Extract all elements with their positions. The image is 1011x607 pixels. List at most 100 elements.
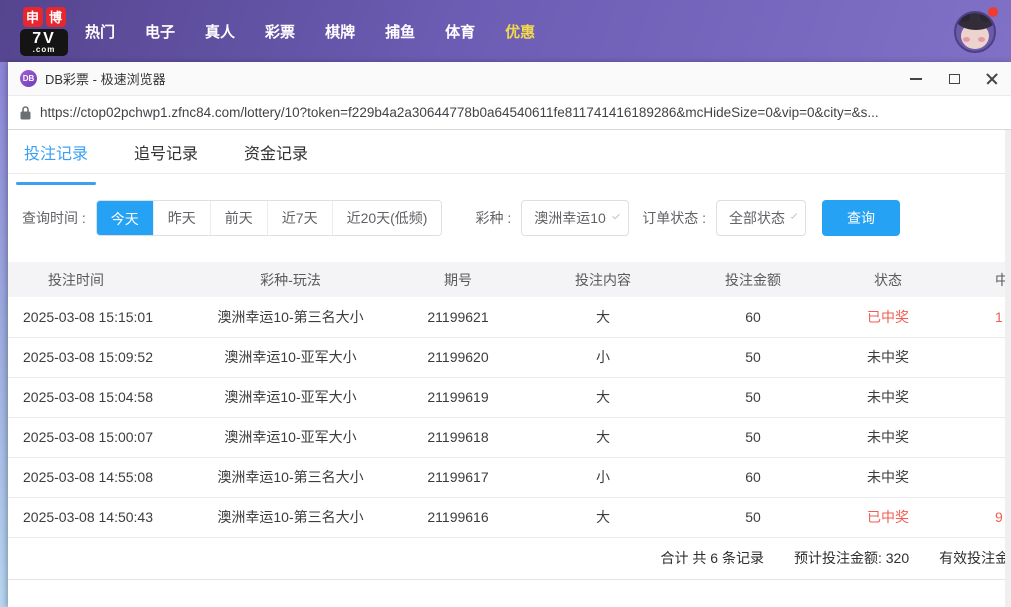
nav-item-hot[interactable]: 热门 xyxy=(85,21,115,42)
tab-chase-records[interactable]: 追号记录 xyxy=(132,140,200,173)
tab-bet-records[interactable]: 投注记录 xyxy=(15,140,97,185)
nav-item-slots[interactable]: 电子 xyxy=(145,21,175,42)
nav-item-promos[interactable]: 优惠 xyxy=(505,21,535,42)
lottery-select-value: 澳洲幸运10 xyxy=(534,210,606,226)
cell-bet-time: 2025-03-08 15:15:01 xyxy=(8,297,188,338)
close-button[interactable] xyxy=(973,62,1011,95)
table-row: 2025-03-08 14:50:43 澳洲幸运10-第三名大小 21199616 大… xyxy=(8,497,1011,538)
window-titlebar: DB DB彩票 - 极速浏览器 xyxy=(8,62,1011,95)
logo-badge-left: 申 xyxy=(22,6,43,27)
summary-expected-amount: 预计投注金额: 320 xyxy=(793,550,910,566)
summary-bar: 合计 共 6 条记录 预计投注金额: 320 有效投注金额: xyxy=(8,538,1011,580)
chevron-down-icon xyxy=(612,211,621,220)
maximize-icon xyxy=(948,73,960,84)
browser-window: DB DB彩票 - 极速浏览器 https://ctop02pchwp1.zfn… xyxy=(8,62,1011,607)
table-header-row: 投注时间 彩种-玩法 期号 投注内容 投注金额 状态 中奖金额 xyxy=(8,262,1011,297)
background-page-strip xyxy=(0,62,8,607)
table-row: 2025-03-08 15:09:52 澳洲幸运10-亚军大小 21199620 小 5… xyxy=(8,337,1011,378)
tab-fund-records[interactable]: 资金记录 xyxy=(242,140,310,173)
col-header-bet-amount: 投注金额 xyxy=(683,262,823,297)
time-range-group: 今天 昨天 前天 近7天 近20天(低频) xyxy=(95,200,443,236)
logo-badge-right: 博 xyxy=(45,6,66,27)
cell-issue: 21199619 xyxy=(393,377,523,418)
close-icon xyxy=(986,73,998,85)
cell-bet-amount: 60 xyxy=(683,297,823,338)
cell-bet-amount: 50 xyxy=(683,377,823,418)
minimize-icon xyxy=(910,77,922,80)
notification-dot xyxy=(988,7,998,17)
nav-item-sports[interactable]: 体育 xyxy=(445,21,475,42)
cell-bet-time: 2025-03-08 15:00:07 xyxy=(8,417,188,458)
cell-status: 未中奖 xyxy=(823,337,953,378)
user-avatar[interactable] xyxy=(954,7,998,53)
vertical-scrollbar[interactable] xyxy=(1005,130,1011,607)
time-option-yesterday[interactable]: 昨天 xyxy=(152,201,210,235)
cell-game-play: 澳洲幸运10-第三名大小 xyxy=(188,297,393,338)
address-bar[interactable]: https://ctop02pchwp1.zfnc84.com/lottery/… xyxy=(8,95,1011,130)
cell-bet-content: 大 xyxy=(523,417,683,458)
cell-issue: 21199616 xyxy=(393,497,523,538)
cell-bet-content: 小 xyxy=(523,337,683,378)
lock-icon xyxy=(20,105,31,119)
url-text: https://ctop02pchwp1.zfnc84.com/lottery/… xyxy=(40,105,879,120)
cell-bet-time: 2025-03-08 15:04:58 xyxy=(8,377,188,418)
chevron-down-icon xyxy=(790,211,798,219)
lottery-select[interactable]: 澳洲幸运10 xyxy=(521,200,630,236)
records-table: 投注时间 彩种-玩法 期号 投注内容 投注金额 状态 中奖金额 2025-03-… xyxy=(8,262,1011,538)
cell-issue: 21199621 xyxy=(393,297,523,338)
logo-badges: 申 博 xyxy=(22,6,66,27)
cell-status: 已中奖 xyxy=(823,497,953,538)
cell-bet-time: 2025-03-08 14:55:08 xyxy=(8,457,188,498)
page-content: 投注记录 追号记录 资金记录 查询时间 : 今天 昨天 前天 近7天 近20天(… xyxy=(8,130,1011,607)
site-logo[interactable]: 申 博 7V .com xyxy=(20,6,68,56)
nav-item-lottery[interactable]: 彩票 xyxy=(265,21,295,42)
cell-bet-content: 大 xyxy=(523,377,683,418)
main-nav: 热门 电子 真人 彩票 棋牌 捕鱼 体育 优惠 xyxy=(85,21,535,42)
cell-game-play: 澳洲幸运10-亚军大小 xyxy=(188,337,393,378)
cell-bet-content: 大 xyxy=(523,297,683,338)
nav-item-live[interactable]: 真人 xyxy=(205,21,235,42)
summary-total: 合计 共 6 条记录 xyxy=(660,550,764,566)
cell-prize xyxy=(953,417,1011,458)
col-header-bet-time: 投注时间 xyxy=(8,262,188,297)
cell-issue: 21199620 xyxy=(393,337,523,378)
time-option-day-before[interactable]: 前天 xyxy=(209,201,267,235)
time-option-last-20-days[interactable]: 近20天(低频) xyxy=(331,201,442,235)
cell-bet-amount: 50 xyxy=(683,497,823,538)
site-favicon: DB xyxy=(20,70,37,87)
cell-bet-time: 2025-03-08 15:09:52 xyxy=(8,337,188,378)
nav-item-board-games[interactable]: 棋牌 xyxy=(325,21,355,42)
logo-domain: .com xyxy=(32,44,56,54)
order-status-select[interactable]: 全部状态 xyxy=(716,200,807,236)
cell-prize xyxy=(953,377,1011,418)
records-table-body: 2025-03-08 15:15:01 澳洲幸运10-第三名大小 21199621 大… xyxy=(8,297,1011,538)
time-filter-label: 查询时间 : xyxy=(22,210,86,226)
cell-game-play: 澳洲幸运10-第三名大小 xyxy=(188,457,393,498)
table-row: 2025-03-08 15:04:58 澳洲幸运10-亚军大小 21199619 大 5… xyxy=(8,377,1011,418)
maximize-button[interactable] xyxy=(935,62,973,95)
nav-item-fishing[interactable]: 捕鱼 xyxy=(385,21,415,42)
cell-game-play: 澳洲幸运10-第三名大小 xyxy=(188,497,393,538)
col-header-prize: 中奖金额 xyxy=(953,262,1011,297)
cell-bet-amount: 60 xyxy=(683,457,823,498)
col-header-status: 状态 xyxy=(823,262,953,297)
order-status-label: 订单状态 : xyxy=(642,210,707,226)
cell-prize: 1 xyxy=(953,297,1011,338)
cell-status: 未中奖 xyxy=(823,457,953,498)
cell-prize: 9 xyxy=(953,497,1011,538)
cell-status: 未中奖 xyxy=(823,417,953,458)
table-row: 2025-03-08 14:55:08 澳洲幸运10-第三名大小 21199617 小… xyxy=(8,457,1011,498)
window-title: DB彩票 - 极速浏览器 xyxy=(45,72,166,87)
summary-valid-amount: 有效投注金额: xyxy=(939,550,1011,566)
time-option-today[interactable]: 今天 xyxy=(96,201,153,235)
minimize-button[interactable] xyxy=(897,62,935,95)
cell-game-play: 澳洲幸运10-亚军大小 xyxy=(188,417,393,458)
cell-game-play: 澳洲幸运10-亚军大小 xyxy=(188,377,393,418)
time-option-last-7-days[interactable]: 近7天 xyxy=(266,201,332,235)
col-header-bet-content: 投注内容 xyxy=(523,262,683,297)
filter-bar: 查询时间 : 今天 昨天 前天 近7天 近20天(低频) 彩种 : 澳洲幸运10… xyxy=(22,200,1011,236)
cell-bet-time: 2025-03-08 14:50:43 xyxy=(8,497,188,538)
cell-prize xyxy=(953,457,1011,498)
search-button[interactable]: 查询 xyxy=(822,200,901,236)
records-table-wrap: 投注时间 彩种-玩法 期号 投注内容 投注金额 状态 中奖金额 2025-03-… xyxy=(8,262,1011,538)
